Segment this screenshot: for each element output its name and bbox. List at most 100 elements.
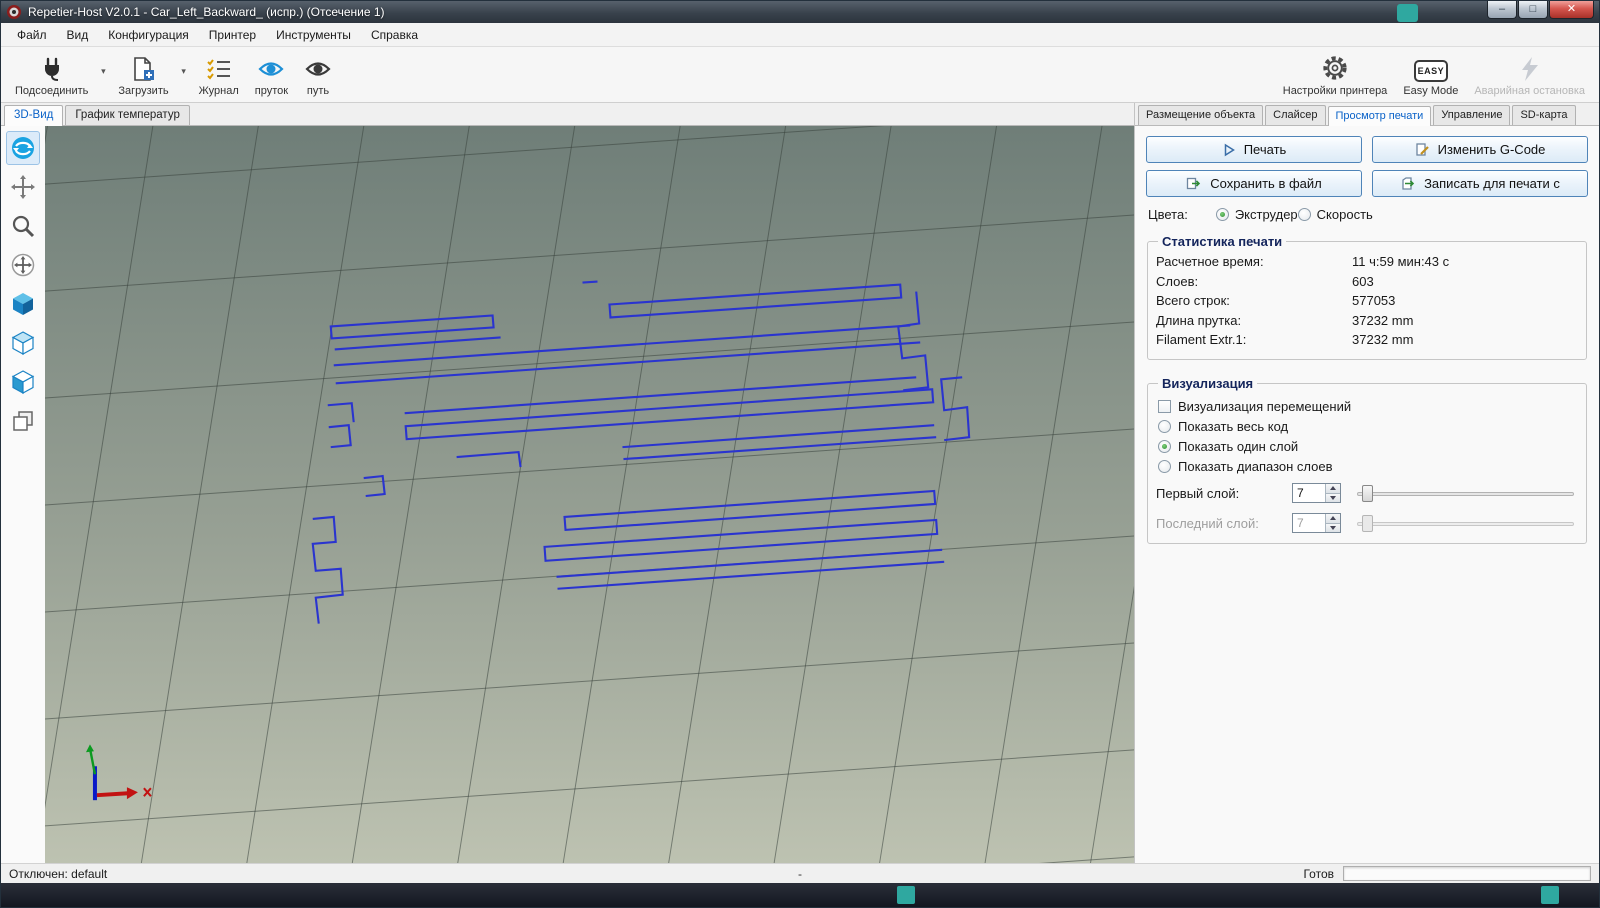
- first-layer-slider-thumb[interactable]: [1362, 485, 1373, 502]
- gcode-preview-canvas: [45, 126, 1134, 863]
- print-bed: [45, 126, 1134, 863]
- magnifier-icon: [10, 213, 36, 239]
- stat-row-lines: Всего строк: 577053: [1156, 291, 1578, 311]
- edit-gcode-label: Изменить G-Code: [1438, 142, 1546, 157]
- rotate-view-button[interactable]: [6, 131, 40, 165]
- layers-icon: [10, 408, 36, 434]
- first-layer-slider-track[interactable]: [1357, 492, 1574, 496]
- show-all-code-option[interactable]: Показать весь код: [1158, 419, 1576, 434]
- pan-icon: [10, 174, 36, 200]
- print-preview-panel: Печать Изменить G-Code: [1135, 126, 1599, 863]
- show-all-code-radio[interactable]: [1158, 420, 1171, 433]
- emergency-stop-button[interactable]: Аварийная остановка: [1466, 48, 1593, 101]
- view-tabstrip: 3D-Вид График температур: [1, 103, 1134, 126]
- viewport-3d[interactable]: [45, 126, 1134, 863]
- emergency-stop-label: Аварийная остановка: [1474, 85, 1585, 97]
- show-single-layer-radio[interactable]: [1158, 440, 1171, 453]
- view-top-button[interactable]: [6, 326, 40, 360]
- show-travel-moves-checkbox[interactable]: [1158, 400, 1171, 413]
- show-travel-toggle[interactable]: путь: [296, 48, 340, 101]
- edit-gcode-icon: [1415, 142, 1430, 157]
- show-travel-moves-option[interactable]: Визуализация перемещений: [1158, 399, 1576, 414]
- view-front-button[interactable]: [6, 365, 40, 399]
- last-layer-slider[interactable]: [1357, 513, 1574, 534]
- show-filament-toggle[interactable]: пруток: [247, 48, 296, 101]
- gear-icon: [1320, 54, 1350, 82]
- print-button[interactable]: Печать: [1146, 136, 1362, 163]
- last-layer-input[interactable]: [1293, 514, 1325, 532]
- tab-sd-card[interactable]: SD-карта: [1512, 105, 1575, 125]
- first-layer-row: Первый слой:: [1156, 483, 1578, 504]
- view-toolbar: [1, 126, 45, 863]
- view-iso-button[interactable]: [6, 287, 40, 321]
- move-object-button[interactable]: [6, 248, 40, 282]
- log-button[interactable]: Журнал: [191, 48, 247, 101]
- minimize-button[interactable]: –: [1487, 1, 1517, 19]
- last-layer-label: Последний слой:: [1156, 516, 1292, 531]
- menu-file[interactable]: Файл: [7, 24, 57, 46]
- edit-gcode-button[interactable]: Изменить G-Code: [1372, 136, 1588, 163]
- tab-temperature-graph[interactable]: График температур: [65, 105, 190, 125]
- load-dropdown[interactable]: ▾: [177, 48, 191, 101]
- show-single-layer-option[interactable]: Показать один слой: [1158, 439, 1576, 454]
- extruder-radio-label: Экструдер: [1235, 207, 1298, 222]
- stat-row-layers: Слоев: 603: [1156, 272, 1578, 292]
- travel-eye-icon: [304, 56, 332, 82]
- plug-icon: [39, 56, 65, 82]
- statusbar-right: Готов: [1303, 866, 1591, 881]
- log-list-icon: [206, 56, 232, 82]
- toolbar-spacer: [340, 48, 1275, 101]
- extruder-radio[interactable]: [1216, 208, 1229, 221]
- menu-view[interactable]: Вид: [57, 24, 99, 46]
- app-window: Repetier-Host V2.0.1 - Car_Left_Backward…: [0, 0, 1600, 908]
- first-layer-spin-down[interactable]: [1326, 494, 1340, 503]
- first-layer-input[interactable]: [1293, 484, 1325, 502]
- menu-tools[interactable]: Инструменты: [266, 24, 361, 46]
- statusbar-center: -: [798, 867, 802, 881]
- taskbar-tray-icon[interactable]: [1541, 886, 1559, 904]
- connect-button[interactable]: Подсоединить: [7, 48, 96, 101]
- tab-control[interactable]: Управление: [1433, 105, 1510, 125]
- speed-radio[interactable]: [1298, 208, 1311, 221]
- first-layer-slider[interactable]: [1357, 483, 1574, 504]
- printer-settings-button[interactable]: Настройки принтера: [1275, 48, 1396, 101]
- taskbar-app-icon[interactable]: [897, 886, 915, 904]
- menu-config[interactable]: Конфигурация: [98, 24, 199, 46]
- cube-front-face-icon: [10, 369, 36, 395]
- menu-help[interactable]: Справка: [361, 24, 428, 46]
- taskbar-strip: [1, 883, 1599, 907]
- connection-status: Отключен: default: [9, 867, 107, 881]
- save-for-sd-button[interactable]: Записать для печати с: [1372, 170, 1588, 197]
- window-title: Repetier-Host V2.0.1 - Car_Left_Backward…: [28, 5, 385, 19]
- pan-view-button[interactable]: [6, 170, 40, 204]
- load-button[interactable]: Загрузить: [110, 48, 176, 101]
- statusbar: Отключен: default - Готов: [1, 863, 1599, 883]
- print-statistics-title: Статистика печати: [1158, 234, 1286, 249]
- tab-print-preview[interactable]: Просмотр печати: [1328, 106, 1432, 126]
- easy-badge: EASY: [1414, 60, 1448, 82]
- stat-row-filament-extr1: Filament Extr.1: 37232 mm: [1156, 330, 1578, 350]
- tab-slicer[interactable]: Слайсер: [1265, 105, 1325, 125]
- show-layer-range-option[interactable]: Показать диапазон слоев: [1158, 459, 1576, 474]
- toolbar: Подсоединить ▾ Загрузить ▾: [1, 47, 1599, 103]
- main-area: 3D-Вид График температур: [1, 103, 1599, 863]
- easy-mode-button[interactable]: EASY Easy Mode: [1395, 48, 1466, 101]
- close-button[interactable]: ✕: [1549, 1, 1594, 19]
- last-layer-spin-up[interactable]: [1326, 514, 1340, 524]
- show-all-code-label: Показать весь код: [1178, 419, 1288, 434]
- zoom-view-button[interactable]: [6, 209, 40, 243]
- menu-printer[interactable]: Принтер: [199, 24, 266, 46]
- color-extruder-option[interactable]: Экструдер: [1216, 207, 1298, 222]
- tab-object-placement[interactable]: Размещение объекта: [1138, 105, 1263, 125]
- maximize-button[interactable]: □: [1518, 1, 1548, 19]
- first-layer-spin-up[interactable]: [1326, 484, 1340, 494]
- connect-dropdown[interactable]: ▾: [96, 48, 110, 101]
- color-speed-option[interactable]: Скорость: [1298, 207, 1373, 222]
- show-layer-range-radio[interactable]: [1158, 460, 1171, 473]
- layers-view-button[interactable]: [6, 404, 40, 438]
- tab-3d-view[interactable]: 3D-Вид: [4, 105, 63, 126]
- save-to-file-button[interactable]: Сохранить в файл: [1146, 170, 1362, 197]
- first-layer-spin-buttons: [1325, 484, 1340, 502]
- last-layer-spin-down[interactable]: [1326, 524, 1340, 533]
- app-icon: [6, 4, 22, 20]
